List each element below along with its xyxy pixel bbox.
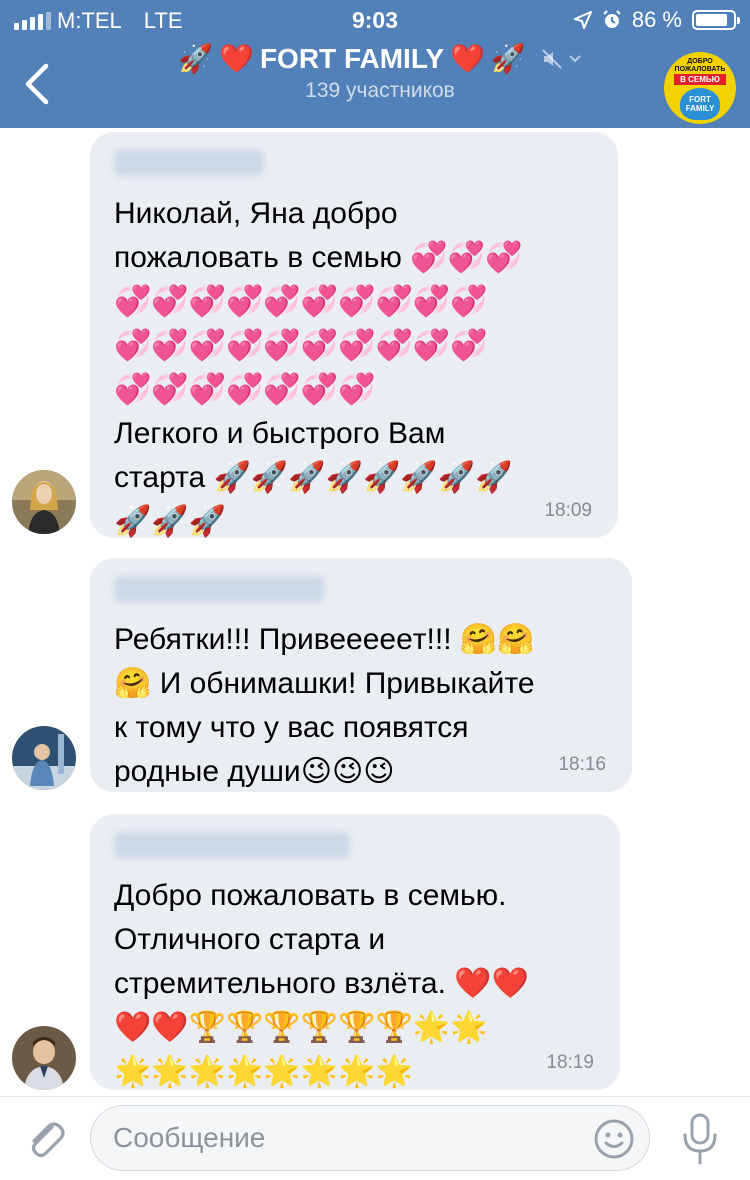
voice-message-button[interactable] xyxy=(680,1111,720,1167)
attach-button[interactable] xyxy=(22,1115,68,1161)
smiley-icon xyxy=(594,1119,634,1159)
sender-avatar[interactable] xyxy=(12,1026,76,1090)
emoji-button[interactable] xyxy=(593,1118,635,1160)
status-right: 86 % xyxy=(573,7,740,33)
sender-name-blurred xyxy=(114,832,350,858)
chat-title: FORT FAMILY xyxy=(259,42,445,74)
avatar-band: В СЕМЬЮ xyxy=(674,74,726,85)
user-photo-icon xyxy=(12,726,76,790)
mute-indicator xyxy=(542,48,582,69)
chevron-left-icon xyxy=(25,63,49,105)
rocket-icon: 🚀 xyxy=(178,42,214,75)
alarm-icon xyxy=(603,10,621,28)
chat-title-area[interactable]: 🚀 ❤️ FORT FAMILY ❤️ 🚀 139 участников xyxy=(120,42,640,103)
heart-icon: ❤️ xyxy=(450,42,485,75)
message-time: 18:16 xyxy=(558,754,606,775)
location-arrow-icon xyxy=(573,11,592,29)
message-text: Добро пожаловать в семью. Отличного стар… xyxy=(114,879,529,1088)
sender-name-blurred xyxy=(114,150,264,176)
message-input-box[interactable] xyxy=(90,1105,650,1171)
sender-name-blurred xyxy=(114,576,324,602)
message-input[interactable] xyxy=(113,1106,573,1170)
sender-avatar[interactable] xyxy=(12,726,76,790)
battery-fill xyxy=(696,14,727,26)
rocket-icon: 🚀 xyxy=(490,42,526,75)
status-bar: M:TEL LTE 9:03 86 % xyxy=(0,0,750,40)
message-text: Ребятки!!! Привеееeeт!!! 🤗🤗 🤗 И обнимашк… xyxy=(114,623,535,788)
chat-header: M:TEL LTE 9:03 86 % 🚀 ❤️ FORT FAMILY ❤️ … xyxy=(0,0,750,128)
paperclip-icon xyxy=(31,1122,65,1158)
message-text: Николай, Яна добро пожаловать в семью 💞💞… xyxy=(114,197,523,538)
battery-icon xyxy=(692,10,740,30)
message-bubble[interactable]: Добро пожаловать в семью. Отличного стар… xyxy=(90,814,620,1090)
battery-percent: 86 % xyxy=(631,7,682,32)
message-time: 18:09 xyxy=(544,500,592,521)
microphone-icon xyxy=(683,1113,717,1165)
group-avatar[interactable]: ДОБРО ПОЖАЛОВАТЬ В СЕМЬЮ FORT FAMILY xyxy=(664,52,736,124)
message-composer xyxy=(0,1096,750,1180)
message-bubble[interactable]: Николай, Яна добро пожаловать в семью 💞💞… xyxy=(90,132,618,538)
muted-speaker-icon xyxy=(542,48,562,69)
globe-logo: FORT FAMILY xyxy=(680,88,720,120)
back-button[interactable] xyxy=(16,58,60,110)
sender-avatar[interactable] xyxy=(12,470,76,534)
message-time: 18:19 xyxy=(546,1052,594,1073)
chat-title-row: 🚀 ❤️ FORT FAMILY ❤️ 🚀 xyxy=(120,42,640,75)
user-photo-icon xyxy=(12,470,76,534)
avatar-caption: ДОБРО ПОЖАЛОВАТЬ xyxy=(674,58,726,73)
member-count: 139 участников xyxy=(305,79,455,102)
message-bubble[interactable]: Ребятки!!! Привеееeeт!!! 🤗🤗 🤗 И обнимашк… xyxy=(90,558,632,792)
chevron-down-icon xyxy=(569,54,581,62)
heart-icon: ❤️ xyxy=(219,42,254,75)
user-photo-icon xyxy=(12,1026,76,1090)
message-feed[interactable]: Николай, Яна добро пожаловать в семью 💞💞… xyxy=(0,128,750,1096)
